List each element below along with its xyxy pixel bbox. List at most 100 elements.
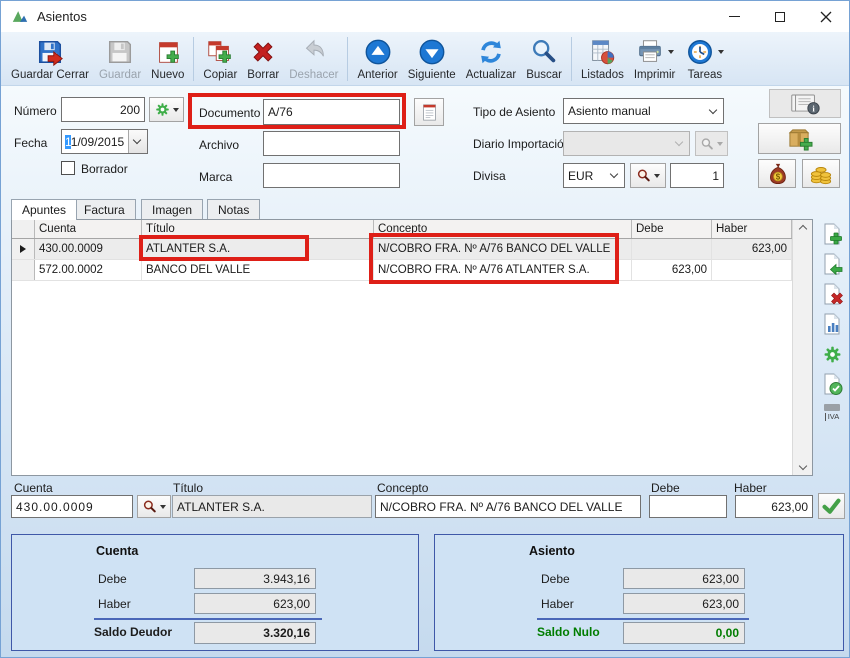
editor-cuenta-search-button[interactable] bbox=[137, 495, 171, 518]
cell-cuenta[interactable]: 572.00.0002 bbox=[35, 260, 142, 280]
title-bar: Asientos bbox=[1, 1, 849, 32]
document-chart-icon bbox=[821, 313, 843, 335]
actualizar-button[interactable]: Actualizar bbox=[461, 34, 522, 84]
row-report-button[interactable] bbox=[819, 311, 845, 337]
archivo-input[interactable] bbox=[263, 131, 400, 156]
check-icon bbox=[821, 497, 842, 515]
documento-notes-button[interactable] bbox=[414, 98, 444, 126]
maximize-icon bbox=[775, 12, 785, 22]
tab-imagen[interactable]: Imagen bbox=[141, 199, 203, 219]
copiar-button[interactable]: Copiar bbox=[198, 34, 242, 84]
divisa-rate-input[interactable]: 1 bbox=[670, 163, 724, 188]
editor-titulo-label: Título bbox=[173, 481, 203, 495]
siguiente-label: Siguiente bbox=[408, 69, 456, 82]
cell-haber[interactable]: 623,00 bbox=[712, 239, 792, 259]
insert-row-icon bbox=[821, 253, 843, 275]
fecha-input[interactable]: 11/09/2015 bbox=[61, 129, 148, 154]
minimize-button[interactable] bbox=[711, 1, 757, 32]
editor-haber-input[interactable]: 623,00 bbox=[735, 495, 813, 518]
cell-titulo[interactable]: BANCO DEL VALLE bbox=[142, 260, 374, 280]
asiento-haber-value: 623,00 bbox=[623, 593, 745, 614]
grid-vertical-scrollbar[interactable] bbox=[792, 220, 812, 475]
table-row[interactable]: 572.00.0002 BANCO DEL VALLE N/COBRO FRA.… bbox=[12, 260, 812, 281]
tareas-menu-caret-icon[interactable] bbox=[718, 50, 724, 54]
cell-concepto[interactable]: N/COBRO FRA. Nº A/76 ATLANTER S.A. bbox=[374, 260, 632, 280]
editor-debe-input[interactable] bbox=[649, 495, 727, 518]
asiento-debe-label: Debe bbox=[541, 572, 570, 586]
borrador-checkbox[interactable] bbox=[61, 161, 75, 175]
money-bag-button[interactable]: $ bbox=[758, 159, 796, 188]
cell-cuenta[interactable]: 430.00.0009 bbox=[35, 239, 142, 259]
add-package-button[interactable] bbox=[758, 123, 841, 154]
col-header-concepto[interactable]: Concepto bbox=[374, 220, 632, 238]
scroll-down-icon[interactable] bbox=[798, 462, 806, 470]
refresh-icon bbox=[476, 37, 506, 67]
numero-input[interactable]: 200 bbox=[61, 97, 145, 122]
divisa-label: Divisa bbox=[473, 169, 506, 183]
cell-concepto[interactable]: N/COBRO FRA. Nº A/76 BANCO DEL VALLE bbox=[374, 239, 632, 259]
scroll-up-icon[interactable] bbox=[798, 225, 806, 233]
buscar-button[interactable]: Buscar bbox=[521, 34, 567, 84]
delete-row-icon bbox=[821, 283, 843, 305]
divisa-select[interactable]: EUR bbox=[563, 163, 625, 188]
col-header-haber[interactable]: Haber bbox=[712, 220, 792, 238]
cuenta-saldo-label: Saldo Deudor bbox=[94, 625, 172, 639]
imprimir-button[interactable]: Imprimir bbox=[629, 34, 681, 84]
col-header-titulo[interactable]: Título bbox=[142, 220, 374, 238]
next-icon bbox=[417, 37, 447, 67]
add-row-button[interactable] bbox=[819, 221, 845, 247]
iva-button[interactable]: IVA bbox=[819, 401, 845, 423]
close-button[interactable] bbox=[803, 1, 849, 32]
maximize-button[interactable] bbox=[757, 1, 803, 32]
siguiente-button[interactable]: Siguiente bbox=[403, 34, 461, 84]
deshacer-button[interactable]: Deshacer bbox=[284, 34, 343, 84]
borrar-button[interactable]: Borrar bbox=[242, 34, 284, 84]
new-icon bbox=[153, 37, 183, 67]
imprimir-menu-caret-icon[interactable] bbox=[668, 50, 674, 54]
cuenta-debe-label: Debe bbox=[98, 572, 127, 586]
tab-notas[interactable]: Notas bbox=[207, 199, 260, 219]
cell-debe[interactable]: 623,00 bbox=[632, 260, 712, 280]
documento-input[interactable]: A/76 bbox=[263, 99, 400, 125]
marca-input[interactable] bbox=[263, 163, 400, 188]
guardar-cerrar-label: Guardar Cerrar bbox=[11, 69, 89, 82]
apuntes-grid: Cuenta Título Concepto Debe Haber 430.00… bbox=[11, 219, 813, 476]
tareas-button[interactable]: Tareas bbox=[680, 34, 729, 84]
coins-button[interactable] bbox=[802, 159, 840, 188]
col-header-debe[interactable]: Debe bbox=[632, 220, 712, 238]
editor-concepto-input[interactable]: N/COBRO FRA. Nº A/76 BANCO DEL VALLE bbox=[375, 495, 641, 518]
buscar-label: Buscar bbox=[526, 69, 562, 82]
tareas-label: Tareas bbox=[688, 69, 723, 82]
cell-haber[interactable] bbox=[712, 260, 792, 280]
nuevo-button[interactable]: Nuevo bbox=[146, 34, 189, 84]
divisa-search-button[interactable] bbox=[630, 163, 666, 188]
cell-debe[interactable] bbox=[632, 239, 712, 259]
row-selector bbox=[12, 260, 35, 280]
tipo-asiento-select[interactable]: Asiento manual bbox=[563, 98, 724, 124]
search-icon bbox=[636, 168, 651, 183]
tab-factura[interactable]: Factura bbox=[73, 199, 136, 219]
grid-settings-button[interactable] bbox=[819, 341, 845, 367]
editor-cuenta-input[interactable]: 430.00.0009 bbox=[11, 495, 133, 518]
col-header-cuenta[interactable]: Cuenta bbox=[35, 220, 142, 238]
tab-apuntes[interactable]: Apuntes bbox=[11, 199, 77, 220]
fecha-dropdown-button[interactable] bbox=[128, 130, 147, 153]
print-icon bbox=[635, 37, 665, 67]
confirm-row-button[interactable] bbox=[818, 493, 845, 519]
insert-row-button[interactable] bbox=[819, 251, 845, 277]
validate-row-button[interactable] bbox=[819, 371, 845, 397]
nuevo-label: Nuevo bbox=[151, 69, 184, 82]
numero-options-button[interactable] bbox=[149, 97, 184, 122]
guardar-cerrar-button[interactable]: Guardar Cerrar bbox=[6, 34, 94, 84]
grid-header-row: Cuenta Título Concepto Debe Haber bbox=[12, 220, 812, 239]
asiento-info-button[interactable]: i bbox=[769, 89, 841, 118]
table-row[interactable]: 430.00.0009 ATLANTER S.A. N/COBRO FRA. N… bbox=[12, 239, 812, 260]
listados-button[interactable]: Listados bbox=[576, 34, 629, 84]
delete-row-button[interactable] bbox=[819, 281, 845, 307]
cell-titulo[interactable]: ATLANTER S.A. bbox=[142, 239, 374, 259]
guardar-button[interactable]: Guardar bbox=[94, 34, 146, 84]
chevron-down-icon bbox=[133, 136, 141, 144]
imprimir-label: Imprimir bbox=[634, 69, 676, 82]
chevron-down-icon bbox=[675, 138, 683, 146]
anterior-button[interactable]: Anterior bbox=[352, 34, 402, 84]
